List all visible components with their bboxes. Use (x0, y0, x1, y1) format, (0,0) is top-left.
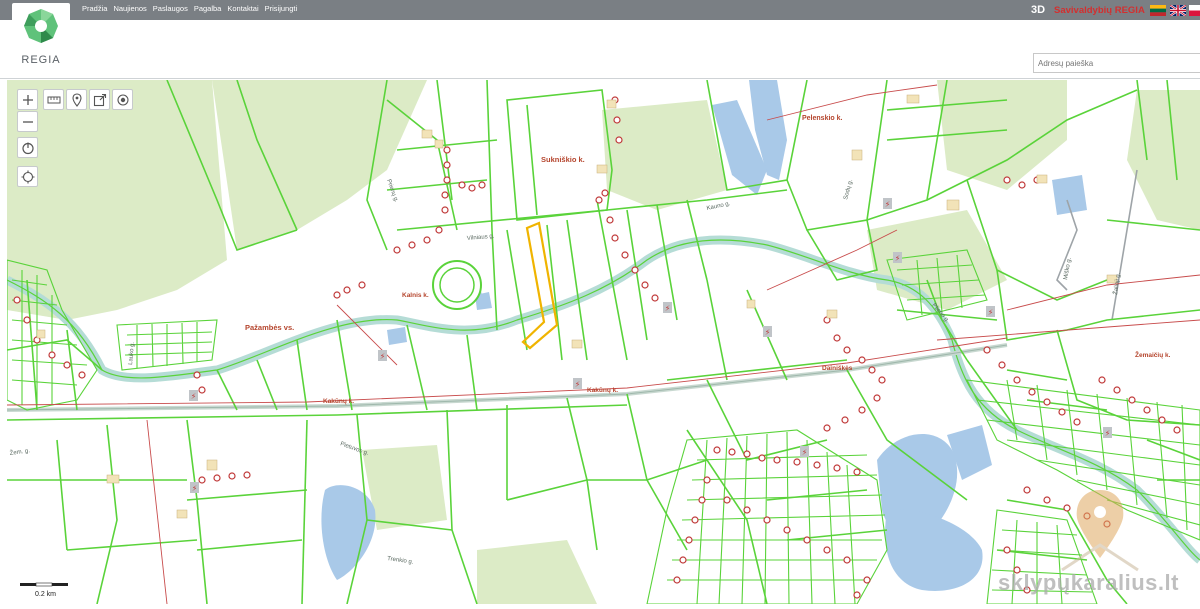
flag-lithuania-icon[interactable] (1150, 5, 1166, 16)
flag-uk-icon[interactable] (1170, 5, 1186, 16)
locate-me-button[interactable] (17, 166, 38, 187)
crosshair-icon (21, 170, 34, 183)
svg-text:⚡: ⚡ (191, 392, 197, 401)
label-dainiu: Dainiškės (822, 365, 853, 372)
roundabout (432, 260, 482, 310)
logo-text: REGIA (21, 54, 61, 66)
external-link-icon (93, 93, 106, 106)
header (0, 20, 1200, 79)
brand-name: Savivaldybių REGIA (1054, 5, 1145, 16)
address-search-input[interactable] (1033, 53, 1200, 73)
nav-item-pradzia[interactable]: Pradžia (82, 4, 107, 13)
nav-item-naujienos[interactable]: Naujienos (113, 4, 146, 13)
scale-label: 0.2 km (35, 591, 57, 598)
nav-item-prisijungti[interactable]: Prisijungti (265, 4, 298, 13)
label-pelenskis: Pelenskio k. (802, 115, 843, 122)
svg-text:⚡: ⚡ (1105, 429, 1111, 438)
svg-text:⚡: ⚡ (885, 200, 891, 209)
power-icon (21, 142, 34, 154)
map-canvas[interactable]: ⚡ ⚡ ⚡ ⚡ ⚡ ⚡ ⚡ ⚡ ⚡ ⚡ ⚡ Sukniškio k. Pelen… (7, 80, 1200, 604)
nav-item-paslaugos[interactable]: Paslaugos (153, 4, 188, 13)
map-view[interactable]: ⚡ ⚡ ⚡ ⚡ ⚡ ⚡ ⚡ ⚡ ⚡ ⚡ ⚡ Sukniškio k. Pelen… (7, 80, 1200, 604)
watermark-text: sklypųkaralius.lt (998, 570, 1179, 595)
place-marker-button[interactable] (66, 89, 87, 110)
main-nav: Pradžia Naujienos Paslaugos Pagalba Kont… (82, 4, 297, 13)
top-bar: Pradžia Naujienos Paslaugos Pagalba Kont… (0, 0, 1200, 20)
label-kakunu-2: Kakūnų k. (587, 387, 618, 394)
logo[interactable]: REGIA (12, 3, 70, 69)
scale-bar (20, 582, 68, 587)
svg-text:⚡: ⚡ (380, 352, 386, 361)
svg-text:⚡: ⚡ (665, 304, 671, 313)
target-icon (116, 93, 129, 106)
flag-poland-icon[interactable] (1189, 5, 1200, 16)
svg-text:⚡: ⚡ (895, 254, 901, 263)
zoom-out-button[interactable] (17, 111, 38, 132)
label-zemaiciu: Žemaičių k. (1135, 350, 1171, 359)
ruler-icon (47, 96, 60, 103)
zoom-in-button[interactable] (17, 89, 38, 110)
identify-button[interactable] (112, 89, 133, 110)
nav-item-pagalba[interactable]: Pagalba (194, 4, 222, 13)
plus-icon (22, 94, 33, 105)
svg-text:⚡: ⚡ (765, 328, 771, 337)
svg-text:⚡: ⚡ (988, 308, 994, 317)
measure-button[interactable] (43, 89, 64, 110)
mode-3d-link[interactable]: 3D (1031, 4, 1045, 16)
label-kalnis: Kalnis k. (402, 292, 429, 299)
nav-item-kontaktai[interactable]: Kontaktai (227, 4, 258, 13)
label-kakunu-1: Kakūnų k. (323, 398, 354, 405)
svg-text:⚡: ⚡ (192, 484, 198, 493)
svg-text:⚡: ⚡ (802, 448, 808, 457)
regia-logo-icon (24, 9, 58, 43)
svg-text:⚡: ⚡ (575, 380, 581, 389)
map-pin-icon (71, 92, 82, 107)
label-sukniskio: Sukniškio k. (541, 155, 585, 164)
minus-icon (22, 120, 33, 123)
share-button[interactable] (89, 89, 110, 110)
full-extent-button[interactable] (17, 137, 38, 158)
label-pazambes: Pažambės vs. (245, 323, 294, 332)
